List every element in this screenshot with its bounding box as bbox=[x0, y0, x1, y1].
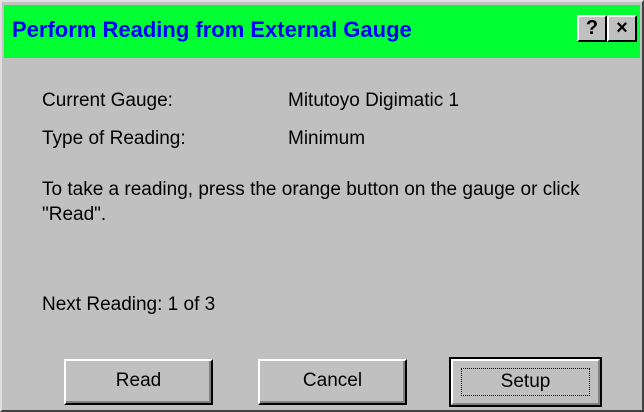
instruction-text: To take a reading, press the orange butt… bbox=[42, 179, 580, 225]
question-mark-icon: ? bbox=[585, 17, 599, 39]
close-button[interactable]: × bbox=[607, 15, 637, 42]
help-button[interactable]: ? bbox=[577, 15, 607, 42]
setup-button-bevel: Setup bbox=[451, 359, 600, 405]
current-gauge-label: Current Gauge: bbox=[42, 90, 173, 111]
current-gauge-value: Mitutoyo Digimatic 1 bbox=[288, 90, 460, 111]
setup-button-label: Setup bbox=[500, 371, 551, 392]
setup-focus-rect: Setup bbox=[461, 368, 590, 396]
title-bar: Perform Reading from External Gauge ? × bbox=[4, 5, 640, 58]
setup-button[interactable]: Setup bbox=[449, 357, 602, 407]
cancel-button[interactable]: Cancel bbox=[258, 359, 407, 405]
read-button-label: Read bbox=[115, 370, 162, 391]
reading-type-value: Minimum bbox=[288, 128, 366, 149]
read-button[interactable]: Read bbox=[64, 359, 213, 405]
next-reading-status: Next Reading: 1 of 3 bbox=[42, 294, 216, 315]
reading-type-label: Type of Reading: bbox=[42, 128, 186, 149]
close-icon: × bbox=[616, 17, 628, 39]
gauge-reading-dialog: Perform Reading from External Gauge ? × … bbox=[0, 0, 644, 412]
cancel-button-label: Cancel bbox=[302, 370, 363, 391]
dialog-title: Perform Reading from External Gauge bbox=[12, 17, 412, 42]
